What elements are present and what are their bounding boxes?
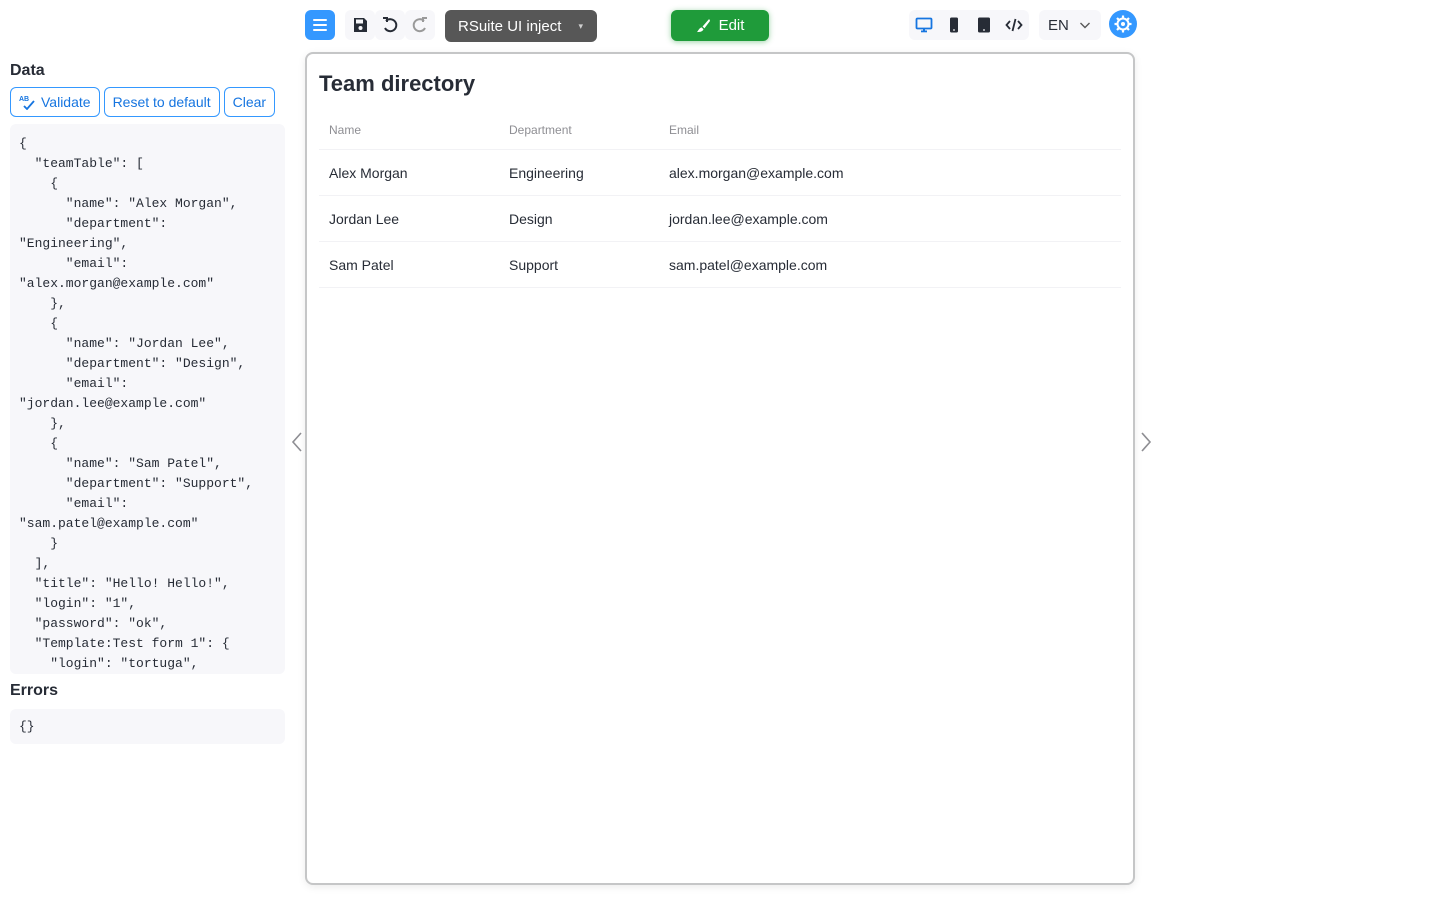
data-json-editor[interactable]: { "teamTable": [ { "name": "Alex Morgan"… [10,124,285,674]
chevron-left-icon [291,432,302,452]
undo-button[interactable] [375,10,405,40]
code-icon [1005,18,1023,32]
spellcheck-icon: AB [19,96,35,110]
table-row[interactable]: Jordan Lee Design jordan.lee@example.com [319,196,1121,242]
tablet-view-button[interactable] [969,10,999,40]
errors-json: {} [10,709,285,744]
undo-icon [383,17,398,33]
team-table: Name Department Email Alex Morgan Engine… [319,110,1121,288]
chevron-right-icon [1141,432,1152,452]
column-header-email: Email [669,122,700,137]
validate-button[interactable]: AB Validate [10,87,100,117]
settings-icon [1114,15,1132,33]
validate-label: Validate [41,94,91,110]
cell-name: Alex Morgan [329,164,408,181]
mobile-view-button[interactable] [939,10,969,40]
mobile-icon [950,17,958,33]
brush-icon [696,18,710,33]
desktop-view-button[interactable] [909,10,939,40]
preview-frame: Team directory Name Department Email Ale… [305,52,1135,885]
errors-title: Errors [10,682,59,699]
cell-department: Engineering [509,164,584,181]
redo-icon [412,17,427,33]
cell-department: Design [509,210,553,227]
reset-to-default-button[interactable]: Reset to default [103,87,220,117]
table-row[interactable]: Sam Patel Support sam.patel@example.com [319,242,1121,288]
cell-name: Jordan Lee [329,210,400,227]
edit-button[interactable]: Edit [671,10,769,41]
data-json-text: { "teamTable": [ { "name": "Alex Morgan"… [19,136,254,671]
menu-icon [313,19,327,31]
cell-email: alex.morgan@example.com [669,164,844,181]
menu-button[interactable] [305,10,335,40]
tablet-icon [978,17,990,33]
template-select[interactable]: RSuite UI inject ▾ [445,10,597,42]
redo-button[interactable] [405,10,435,40]
column-header-department: Department [509,122,572,137]
edit-label: Edit [718,17,745,34]
svg-text:AB: AB [19,96,29,103]
device-switcher [909,10,1029,40]
language-select[interactable]: EN [1039,10,1101,40]
table-header: Name Department Email [319,110,1121,150]
clear-button[interactable]: Clear [223,87,276,117]
data-panel: Data AB Validate Reset to default Clear … [10,60,285,744]
save-button[interactable] [345,10,375,40]
cell-email: sam.patel@example.com [669,256,828,273]
data-actions: AB Validate Reset to default Clear [10,87,285,117]
table-row[interactable]: Alex Morgan Engineering alex.morgan@exam… [319,150,1121,196]
template-select-value: RSuite UI inject [458,17,562,35]
data-title: Data [10,62,45,79]
caret-down-icon: ▾ [578,21,583,31]
previous-arrow[interactable] [290,431,304,453]
cell-name: Sam Patel [329,256,394,273]
errors-json-text: {} [19,719,35,734]
desktop-icon [915,17,933,33]
cell-email: jordan.lee@example.com [669,210,828,227]
language-value: EN [1048,16,1069,34]
cell-department: Support [509,256,559,273]
page-title: Team directory [319,71,476,96]
chevron-down-icon [1079,22,1090,29]
column-header-name: Name [329,122,362,137]
code-view-button[interactable] [999,10,1029,40]
next-arrow[interactable] [1139,431,1153,453]
settings-button[interactable] [1109,10,1137,38]
save-icon [354,18,367,32]
top-toolbar: RSuite UI inject ▾ Edit EN [0,10,1440,42]
